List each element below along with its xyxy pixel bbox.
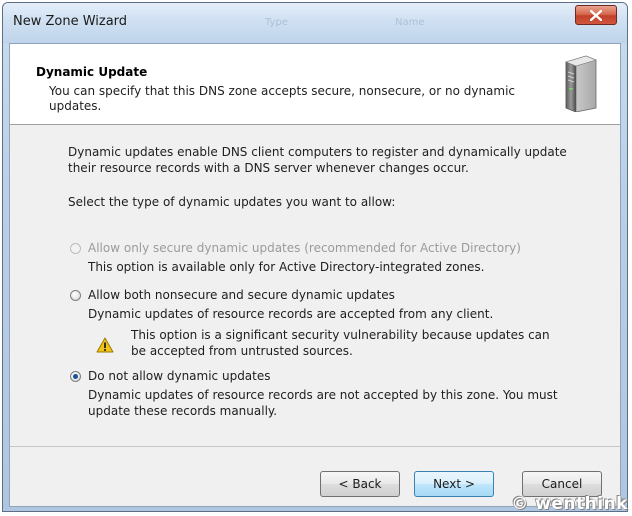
intro-text: Dynamic updates enable DNS client comput…	[68, 145, 567, 175]
radio-nonsecure-and-secure[interactable]	[70, 290, 81, 301]
radio-no-dynamic-updates[interactable]	[70, 371, 81, 382]
selection-prompt: Select the type of dynamic updates you w…	[68, 195, 396, 209]
option-label[interactable]: Do not allow dynamic updates	[88, 368, 271, 384]
watermark-text: © wenthink	[511, 494, 628, 514]
radio-secure-only	[70, 243, 81, 254]
close-button[interactable]	[575, 5, 617, 25]
wizard-window: New Zone Wizard Type Name Dynamic Update…	[2, 2, 628, 512]
faded-background-tab: Type	[265, 17, 288, 28]
option-description: This option is available only for Active…	[88, 260, 485, 274]
page-title: Dynamic Update	[36, 65, 148, 79]
warning-icon	[96, 337, 114, 353]
option-description: Dynamic updates of resource records are …	[88, 388, 558, 418]
next-button[interactable]: Next >	[414, 471, 494, 497]
page-description: You can specify that this DNS zone accep…	[49, 84, 516, 113]
back-button[interactable]: < Back	[320, 471, 400, 497]
server-icon	[565, 55, 597, 112]
faded-background-tab: Name	[395, 17, 425, 28]
option-label[interactable]: Allow both nonsecure and secure dynamic …	[88, 287, 395, 303]
wizard-header: Dynamic Update You can specify that this…	[10, 44, 620, 125]
window-title: New Zone Wizard	[13, 14, 128, 29]
title-bar[interactable]: New Zone Wizard Type Name	[3, 3, 627, 43]
option-label: Allow only secure dynamic updates (recom…	[88, 241, 521, 255]
wizard-content: Dynamic Update You can specify that this…	[9, 43, 621, 507]
warning-text: This option is a significant security vu…	[131, 328, 550, 358]
footer-divider	[10, 446, 620, 447]
close-x-icon	[590, 10, 602, 21]
option-description: Dynamic updates of resource records are …	[88, 307, 494, 321]
